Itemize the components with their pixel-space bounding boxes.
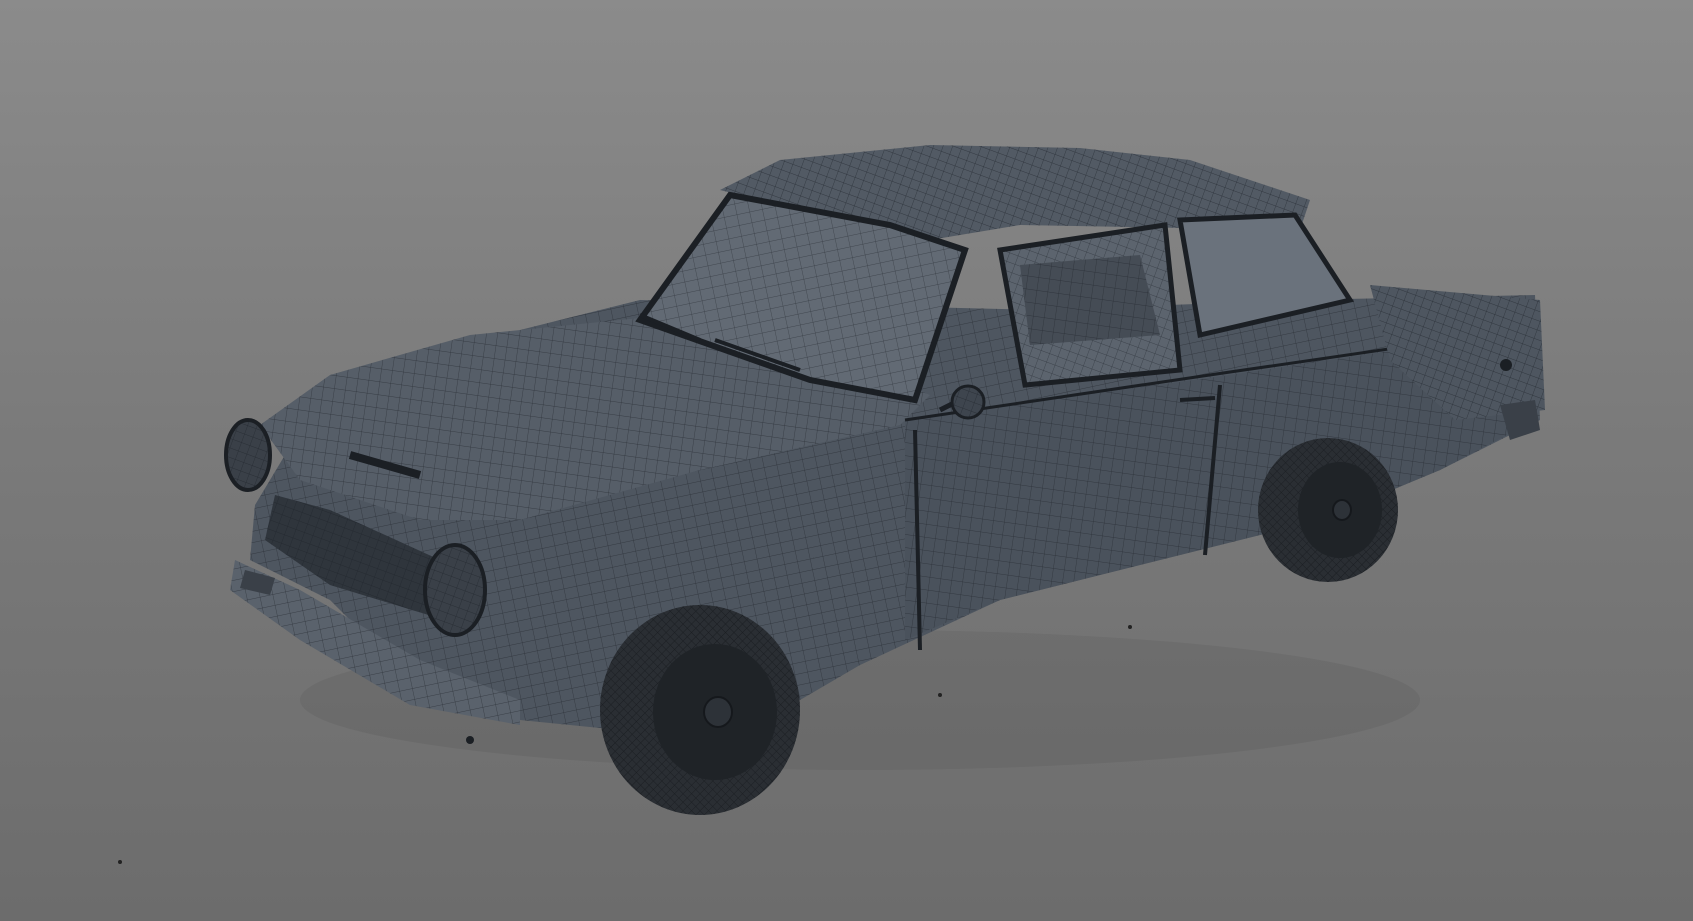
3d-viewport[interactable] <box>0 0 1693 921</box>
rear-wheel <box>1258 438 1398 582</box>
stray-vertex <box>118 860 122 864</box>
stray-vertex <box>1128 625 1132 629</box>
door-handle <box>1179 396 1216 402</box>
front-wheel <box>600 605 800 815</box>
indicator-light <box>466 736 474 744</box>
stray-vertex <box>938 693 942 697</box>
fuel-cap <box>1500 359 1512 371</box>
car-wireframe-model <box>118 145 1545 864</box>
